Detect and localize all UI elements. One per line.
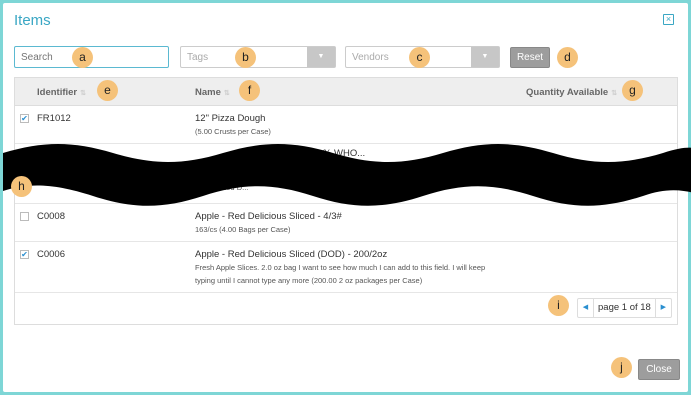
callout-marker: c [409,47,430,68]
prev-page-icon[interactable]: ◀ [578,299,593,317]
header-label: Quantity Available [526,87,609,98]
chevron-down-icon[interactable]: ▼ [307,47,335,67]
modal-title: Items [14,12,51,29]
row-description: 163/cs (4.00 Bags per Case) [195,225,291,234]
header-label: Name [195,87,221,98]
callout-marker: f [239,80,260,101]
vendors-placeholder: Vendors [352,52,389,63]
column-header-quantity[interactable]: Quantity Available ⇅ [526,87,617,98]
redaction-scribble [3,144,691,206]
callout-marker: h [11,176,32,197]
close-button[interactable]: Close [638,359,680,380]
row-identifier: FR1012 [37,113,71,124]
close-x-icon[interactable]: × [663,14,674,25]
header-label: Identifier [37,87,78,98]
row-description-line: typing until I cannot type any more (200… [195,275,423,285]
callout-marker: j [611,357,632,378]
row-name: Apple - Red Delicious Sliced (DOD) - 200… [195,249,388,260]
callout-marker: b [235,47,256,68]
tags-placeholder: Tags [187,52,209,63]
row-name: 12" Pizza Dough [195,113,266,124]
callout-marker: i [548,295,569,316]
row-description: (5.00 Crusts per Case) [195,127,271,136]
row-checkbox[interactable] [20,212,29,221]
callout-marker: d [557,47,578,68]
row-checkbox[interactable]: ✔ [20,250,29,259]
column-header-name[interactable]: Name ⇅ [195,87,230,98]
row-description-line: Fresh Apple Slices. 2.0 oz bag I want to… [195,263,486,272]
row-name: Apple - Red Delicious Sliced - 4/3# [195,211,342,222]
callout-marker: e [97,80,118,101]
row-identifier: C0008 [37,211,65,222]
items-modal: Items × Tags ▼ Vendors ▼ Reset Identifie… [3,3,691,392]
row-identifier: C0006 [37,249,65,260]
callout-marker: a [72,47,93,68]
next-page-icon[interactable]: ▶ [656,299,671,317]
tags-select[interactable]: Tags ▼ [180,46,336,68]
page-indicator: page 1 of 18 [593,299,656,317]
column-header-identifier[interactable]: Identifier ⇅ [37,87,86,98]
sort-icon[interactable]: ⇅ [224,90,230,97]
row-checkbox[interactable]: ✔ [20,114,29,123]
sort-icon[interactable]: ⇅ [611,90,617,97]
chevron-down-icon[interactable]: ▼ [471,47,499,67]
row-description: Fresh Apple Slices. 2.0 oz bag I want to… [195,262,495,287]
pagination: ◀ page 1 of 18 ▶ [577,298,672,318]
sort-icon[interactable]: ⇅ [80,90,86,97]
table-row[interactable]: ✔ C0006 Apple - Red Delicious Sliced (DO… [15,242,677,293]
table-row[interactable]: ✔ FR1012 12" Pizza Dough (5.00 Crusts pe… [15,106,677,144]
reset-button[interactable]: Reset [510,47,550,68]
callout-marker: g [622,80,643,101]
